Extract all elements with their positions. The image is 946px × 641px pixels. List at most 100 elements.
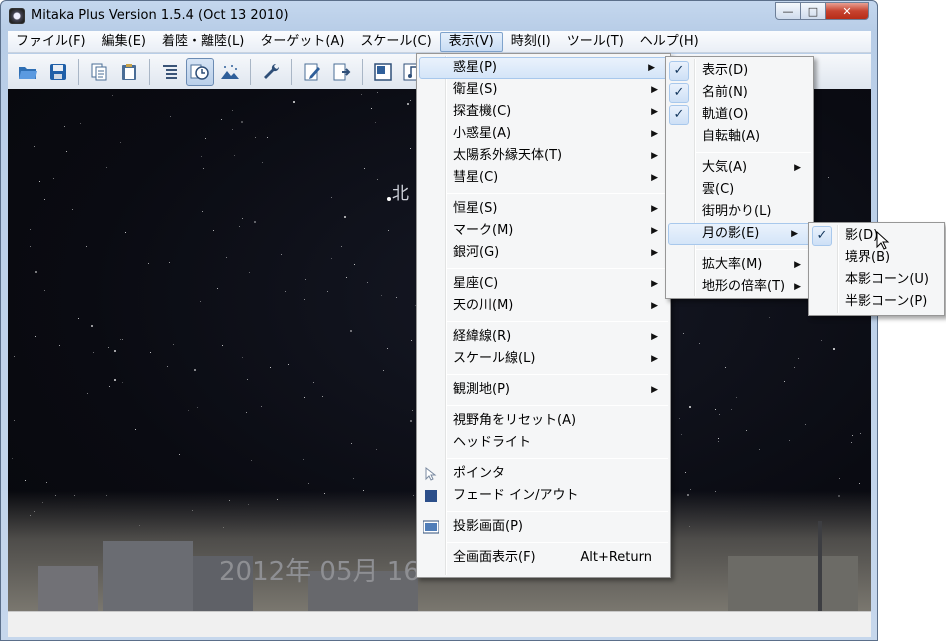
moon-shadow-menu-umbra-cone[interactable]: 本影コーン(U): [809, 269, 944, 291]
view-menu-fade[interactable]: フェード イン/アウト: [417, 485, 670, 507]
view-menu-constellation[interactable]: 星座(C) ▶: [417, 273, 670, 295]
view-menu-scale-lines[interactable]: スケール線(L) ▶: [417, 348, 670, 370]
antenna: [818, 521, 822, 611]
star: [383, 370, 384, 371]
maximize-button[interactable]: □: [800, 2, 826, 20]
star: [261, 406, 262, 407]
close-button[interactable]: ✕: [825, 2, 869, 20]
moon-shadow-menu-penumbra-cone[interactable]: 半影コーン(P): [809, 291, 944, 313]
view-menu-gridlines[interactable]: 経緯線(R) ▶: [417, 326, 670, 348]
star: [346, 277, 347, 278]
wrench-icon[interactable]: [257, 58, 285, 86]
view-menu-milkyway[interactable]: 天の川(M) ▶: [417, 295, 670, 317]
view-menu-asteroid[interactable]: 小惑星(A) ▶: [417, 123, 670, 145]
star: [288, 364, 289, 365]
star: [828, 177, 829, 178]
star: [361, 94, 362, 95]
edit-icon[interactable]: [298, 58, 326, 86]
star: [367, 282, 368, 283]
window-controls: — □ ✕: [775, 2, 869, 20]
menu-help[interactable]: ヘルプ(H): [632, 32, 707, 52]
view-menu-probe[interactable]: 探査機(C) ▶: [417, 101, 670, 123]
view-menu-galaxy[interactable]: 銀河(G) ▶: [417, 242, 670, 264]
menu-edit[interactable]: 編集(E): [94, 32, 154, 52]
menu-separator: [447, 405, 668, 406]
star: [270, 367, 271, 368]
app-icon[interactable]: [9, 8, 25, 24]
view-menu-planet[interactable]: 惑星(P) ▶: [419, 57, 668, 79]
star: [377, 92, 378, 93]
star: [839, 478, 840, 479]
planet-menu-moon-shadow[interactable]: 月の影(E) ▶: [668, 223, 811, 245]
star: [246, 412, 247, 413]
star: [725, 367, 726, 368]
view-menu-headlight[interactable]: ヘッドライト: [417, 432, 670, 454]
building: [103, 541, 193, 611]
menu-tools[interactable]: ツール(T): [559, 32, 632, 52]
menu-separator: [447, 268, 668, 269]
star: [25, 480, 26, 481]
save-icon[interactable]: [44, 58, 72, 86]
star: [179, 454, 180, 455]
menu-target[interactable]: ターゲット(A): [252, 32, 352, 52]
star: [148, 263, 149, 264]
open-folder-icon[interactable]: [14, 58, 42, 86]
star: [331, 197, 332, 198]
star: [313, 382, 314, 383]
check-icon: ✓: [669, 105, 689, 125]
view-menu-satellite[interactable]: 衛星(S) ▶: [417, 79, 670, 101]
list-icon[interactable]: [156, 58, 184, 86]
menu-separator: [696, 249, 811, 250]
planet-menu-display[interactable]: ✓ 表示(D): [666, 60, 813, 82]
star: [331, 258, 332, 259]
menu-time[interactable]: 時刻(I): [503, 32, 559, 52]
menu-view[interactable]: 表示(V): [439, 31, 503, 52]
view-menu-comet[interactable]: 彗星(C) ▶: [417, 167, 670, 189]
planet-menu-atmosphere[interactable]: 大気(A) ▶: [666, 157, 813, 179]
view-menu-star[interactable]: 恒星(S) ▶: [417, 198, 670, 220]
clock-icon[interactable]: [186, 57, 214, 86]
star: [80, 123, 81, 124]
planet-menu-clouds[interactable]: 雲(C): [666, 179, 813, 201]
star: [411, 340, 412, 341]
menu-file[interactable]: ファイル(F): [8, 32, 94, 52]
star: [327, 291, 328, 292]
menu-landing[interactable]: 着陸・離陸(L): [154, 32, 252, 52]
star: [241, 121, 243, 123]
star: [114, 379, 116, 381]
star: [410, 100, 411, 101]
view-menu-reset-fov[interactable]: 視野角をリセット(A): [417, 410, 670, 432]
paste-icon[interactable]: [115, 58, 143, 86]
minimize-button[interactable]: —: [775, 2, 801, 20]
star: [685, 472, 686, 473]
view-menu-tno[interactable]: 太陽系外縁天体(T) ▶: [417, 145, 670, 167]
building: [728, 556, 858, 611]
view-menu-projection[interactable]: 投影画面(P): [417, 516, 670, 538]
view-menu-observation-site[interactable]: 観測地(P) ▶: [417, 379, 670, 401]
star: [304, 397, 305, 398]
menu-scale[interactable]: スケール(C): [352, 32, 439, 52]
star: [381, 295, 382, 296]
menu-separator: [696, 152, 811, 153]
star: [72, 209, 73, 210]
landscape-icon[interactable]: [216, 58, 244, 86]
planet-menu-orbit[interactable]: ✓ 軌道(O): [666, 104, 813, 126]
title-bar[interactable]: Mitaka Plus Version 1.5.4 (Oct 13 2010) …: [1, 1, 877, 31]
planet-menu-city-lights[interactable]: 街明かり(L): [666, 201, 813, 223]
planet-menu-terrain-scale[interactable]: 地形の倍率(T) ▶: [666, 276, 813, 298]
window-title: Mitaka Plus Version 1.5.4 (Oct 13 2010): [31, 8, 289, 23]
star: [281, 254, 282, 255]
star: [305, 279, 306, 280]
star: [308, 483, 309, 484]
view-menu-fullscreen[interactable]: 全画面表示(F) Alt+Return: [417, 547, 670, 569]
view-menu-pointer[interactable]: ポインタ: [417, 463, 670, 485]
star: [371, 108, 372, 109]
planet-menu-magnification[interactable]: 拡大率(M) ▶: [666, 254, 813, 276]
window-icon[interactable]: [369, 58, 397, 86]
planet-menu-name[interactable]: ✓ 名前(N): [666, 82, 813, 104]
export-icon[interactable]: [328, 58, 356, 86]
check-icon: ✓: [669, 61, 689, 81]
planet-menu-rotation-axis[interactable]: 自転軸(A): [666, 126, 813, 148]
copy-icon[interactable]: [85, 58, 113, 86]
view-menu-mark[interactable]: マーク(M) ▶: [417, 220, 670, 242]
